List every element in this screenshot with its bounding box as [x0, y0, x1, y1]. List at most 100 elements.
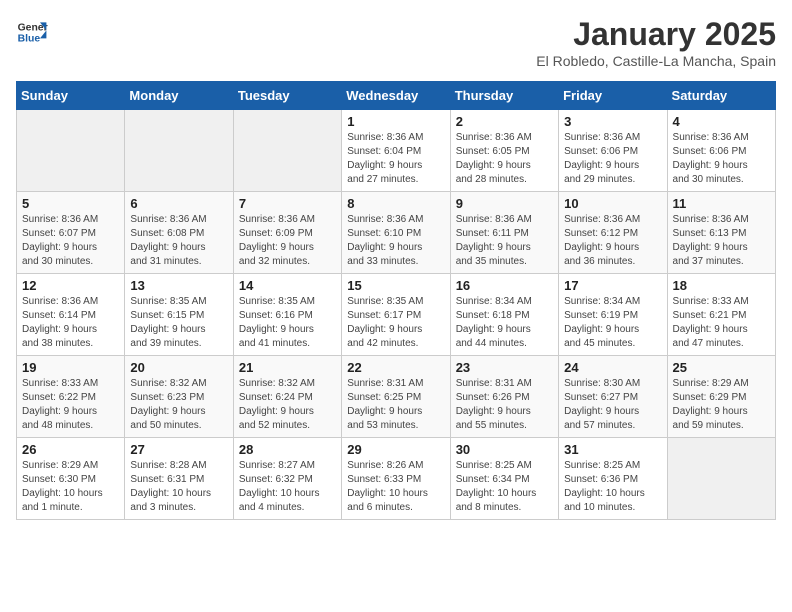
calendar-cell: 16 Sunrise: 8:34 AM Sunset: 6:18 PM Dayli…: [450, 274, 558, 356]
calendar-cell: 6 Sunrise: 8:36 AM Sunset: 6:08 PM Daylig…: [125, 192, 233, 274]
day-info: Sunrise: 8:31 AM Sunset: 6:26 PM Dayligh…: [456, 377, 553, 433]
calendar-table: SundayMondayTuesdayWednesdayThursdayFrid…: [16, 81, 776, 520]
day-info: Sunrise: 8:25 AM Sunset: 6:34 PM Dayligh…: [456, 459, 553, 515]
day-info: Sunrise: 8:29 AM Sunset: 6:30 PM Dayligh…: [22, 459, 119, 515]
day-info: Sunrise: 8:36 AM Sunset: 6:13 PM Dayligh…: [673, 213, 770, 269]
calendar-cell: 25 Sunrise: 8:29 AM Sunset: 6:29 PM Dayli…: [667, 356, 775, 438]
day-number: 7: [239, 196, 336, 211]
day-info: Sunrise: 8:25 AM Sunset: 6:36 PM Dayligh…: [564, 459, 661, 515]
day-number: 20: [130, 360, 227, 375]
day-number: 9: [456, 196, 553, 211]
day-info: Sunrise: 8:36 AM Sunset: 6:10 PM Dayligh…: [347, 213, 444, 269]
logo: General Blue: [16, 16, 48, 48]
calendar-cell: 11 Sunrise: 8:36 AM Sunset: 6:13 PM Dayli…: [667, 192, 775, 274]
day-info: Sunrise: 8:35 AM Sunset: 6:16 PM Dayligh…: [239, 295, 336, 351]
title-block: January 2025 El Robledo, Castille-La Man…: [536, 16, 776, 69]
day-number: 25: [673, 360, 770, 375]
location: El Robledo, Castille-La Mancha, Spain: [536, 53, 776, 69]
day-info: Sunrise: 8:35 AM Sunset: 6:15 PM Dayligh…: [130, 295, 227, 351]
day-number: 17: [564, 278, 661, 293]
day-number: 5: [22, 196, 119, 211]
calendar-cell: 30 Sunrise: 8:25 AM Sunset: 6:34 PM Dayli…: [450, 438, 558, 520]
day-info: Sunrise: 8:26 AM Sunset: 6:33 PM Dayligh…: [347, 459, 444, 515]
day-info: Sunrise: 8:36 AM Sunset: 6:08 PM Dayligh…: [130, 213, 227, 269]
day-info: Sunrise: 8:36 AM Sunset: 6:06 PM Dayligh…: [564, 131, 661, 187]
day-number: 26: [22, 442, 119, 457]
weekday-header-wednesday: Wednesday: [342, 82, 450, 110]
calendar-cell: 19 Sunrise: 8:33 AM Sunset: 6:22 PM Dayli…: [17, 356, 125, 438]
day-number: 10: [564, 196, 661, 211]
weekday-header-sunday: Sunday: [17, 82, 125, 110]
svg-text:Blue: Blue: [18, 34, 41, 45]
day-info: Sunrise: 8:36 AM Sunset: 6:14 PM Dayligh…: [22, 295, 119, 351]
day-info: Sunrise: 8:33 AM Sunset: 6:21 PM Dayligh…: [673, 295, 770, 351]
weekday-header-row: SundayMondayTuesdayWednesdayThursdayFrid…: [17, 82, 776, 110]
calendar-cell: 10 Sunrise: 8:36 AM Sunset: 6:12 PM Dayli…: [559, 192, 667, 274]
day-info: Sunrise: 8:32 AM Sunset: 6:23 PM Dayligh…: [130, 377, 227, 433]
calendar-cell: 29 Sunrise: 8:26 AM Sunset: 6:33 PM Dayli…: [342, 438, 450, 520]
day-info: Sunrise: 8:32 AM Sunset: 6:24 PM Dayligh…: [239, 377, 336, 433]
calendar-cell: 2 Sunrise: 8:36 AM Sunset: 6:05 PM Daylig…: [450, 110, 558, 192]
day-number: 29: [347, 442, 444, 457]
week-row-4: 19 Sunrise: 8:33 AM Sunset: 6:22 PM Dayli…: [17, 356, 776, 438]
day-number: 27: [130, 442, 227, 457]
day-number: 22: [347, 360, 444, 375]
day-info: Sunrise: 8:33 AM Sunset: 6:22 PM Dayligh…: [22, 377, 119, 433]
calendar-cell: 12 Sunrise: 8:36 AM Sunset: 6:14 PM Dayli…: [17, 274, 125, 356]
calendar-cell: 31Sunrise: 8:25 AM Sunset: 6:36 PM Dayli…: [559, 438, 667, 520]
day-number: 28: [239, 442, 336, 457]
day-number: 16: [456, 278, 553, 293]
page-header: General Blue January 2025 El Robledo, Ca…: [16, 16, 776, 69]
calendar-cell: [17, 110, 125, 192]
day-info: Sunrise: 8:36 AM Sunset: 6:07 PM Dayligh…: [22, 213, 119, 269]
day-number: 6: [130, 196, 227, 211]
day-number: 1: [347, 114, 444, 129]
weekday-header-saturday: Saturday: [667, 82, 775, 110]
calendar-cell: 4 Sunrise: 8:36 AM Sunset: 6:06 PM Daylig…: [667, 110, 775, 192]
month-title: January 2025: [536, 16, 776, 53]
week-row-3: 12 Sunrise: 8:36 AM Sunset: 6:14 PM Dayli…: [17, 274, 776, 356]
logo-icon: General Blue: [16, 16, 48, 48]
calendar-cell: 26 Sunrise: 8:29 AM Sunset: 6:30 PM Dayli…: [17, 438, 125, 520]
calendar-cell: 3 Sunrise: 8:36 AM Sunset: 6:06 PM Daylig…: [559, 110, 667, 192]
calendar-cell: 21Sunrise: 8:32 AM Sunset: 6:24 PM Dayli…: [233, 356, 341, 438]
day-info: Sunrise: 8:27 AM Sunset: 6:32 PM Dayligh…: [239, 459, 336, 515]
day-info: Sunrise: 8:36 AM Sunset: 6:06 PM Dayligh…: [673, 131, 770, 187]
calendar-cell: 13 Sunrise: 8:35 AM Sunset: 6:15 PM Dayli…: [125, 274, 233, 356]
calendar-cell: 18 Sunrise: 8:33 AM Sunset: 6:21 PM Dayli…: [667, 274, 775, 356]
day-number: 19: [22, 360, 119, 375]
calendar-cell: 23 Sunrise: 8:31 AM Sunset: 6:26 PM Dayli…: [450, 356, 558, 438]
day-info: Sunrise: 8:30 AM Sunset: 6:27 PM Dayligh…: [564, 377, 661, 433]
day-number: 14: [239, 278, 336, 293]
day-number: 4: [673, 114, 770, 129]
day-number: 11: [673, 196, 770, 211]
day-number: 13: [130, 278, 227, 293]
day-info: Sunrise: 8:34 AM Sunset: 6:18 PM Dayligh…: [456, 295, 553, 351]
day-number: 30: [456, 442, 553, 457]
day-info: Sunrise: 8:35 AM Sunset: 6:17 PM Dayligh…: [347, 295, 444, 351]
week-row-1: 1Sunrise: 8:36 AM Sunset: 6:04 PM Daylig…: [17, 110, 776, 192]
calendar-cell: [233, 110, 341, 192]
day-info: Sunrise: 8:34 AM Sunset: 6:19 PM Dayligh…: [564, 295, 661, 351]
weekday-header-thursday: Thursday: [450, 82, 558, 110]
day-number: 15: [347, 278, 444, 293]
calendar-cell: 27 Sunrise: 8:28 AM Sunset: 6:31 PM Dayli…: [125, 438, 233, 520]
day-number: 23: [456, 360, 553, 375]
day-info: Sunrise: 8:29 AM Sunset: 6:29 PM Dayligh…: [673, 377, 770, 433]
calendar-cell: 9 Sunrise: 8:36 AM Sunset: 6:11 PM Daylig…: [450, 192, 558, 274]
day-number: 3: [564, 114, 661, 129]
calendar-cell: 17 Sunrise: 8:34 AM Sunset: 6:19 PM Dayli…: [559, 274, 667, 356]
day-info: Sunrise: 8:36 AM Sunset: 6:12 PM Dayligh…: [564, 213, 661, 269]
day-info: Sunrise: 8:36 AM Sunset: 6:09 PM Dayligh…: [239, 213, 336, 269]
calendar-cell: 24Sunrise: 8:30 AM Sunset: 6:27 PM Dayli…: [559, 356, 667, 438]
day-number: 18: [673, 278, 770, 293]
day-number: 12: [22, 278, 119, 293]
weekday-header-friday: Friday: [559, 82, 667, 110]
day-info: Sunrise: 8:36 AM Sunset: 6:11 PM Dayligh…: [456, 213, 553, 269]
calendar-cell: [125, 110, 233, 192]
day-info: Sunrise: 8:36 AM Sunset: 6:05 PM Dayligh…: [456, 131, 553, 187]
calendar-cell: 28 Sunrise: 8:27 AM Sunset: 6:32 PM Dayli…: [233, 438, 341, 520]
day-info: Sunrise: 8:28 AM Sunset: 6:31 PM Dayligh…: [130, 459, 227, 515]
day-number: 2: [456, 114, 553, 129]
calendar-cell: 20 Sunrise: 8:32 AM Sunset: 6:23 PM Dayli…: [125, 356, 233, 438]
